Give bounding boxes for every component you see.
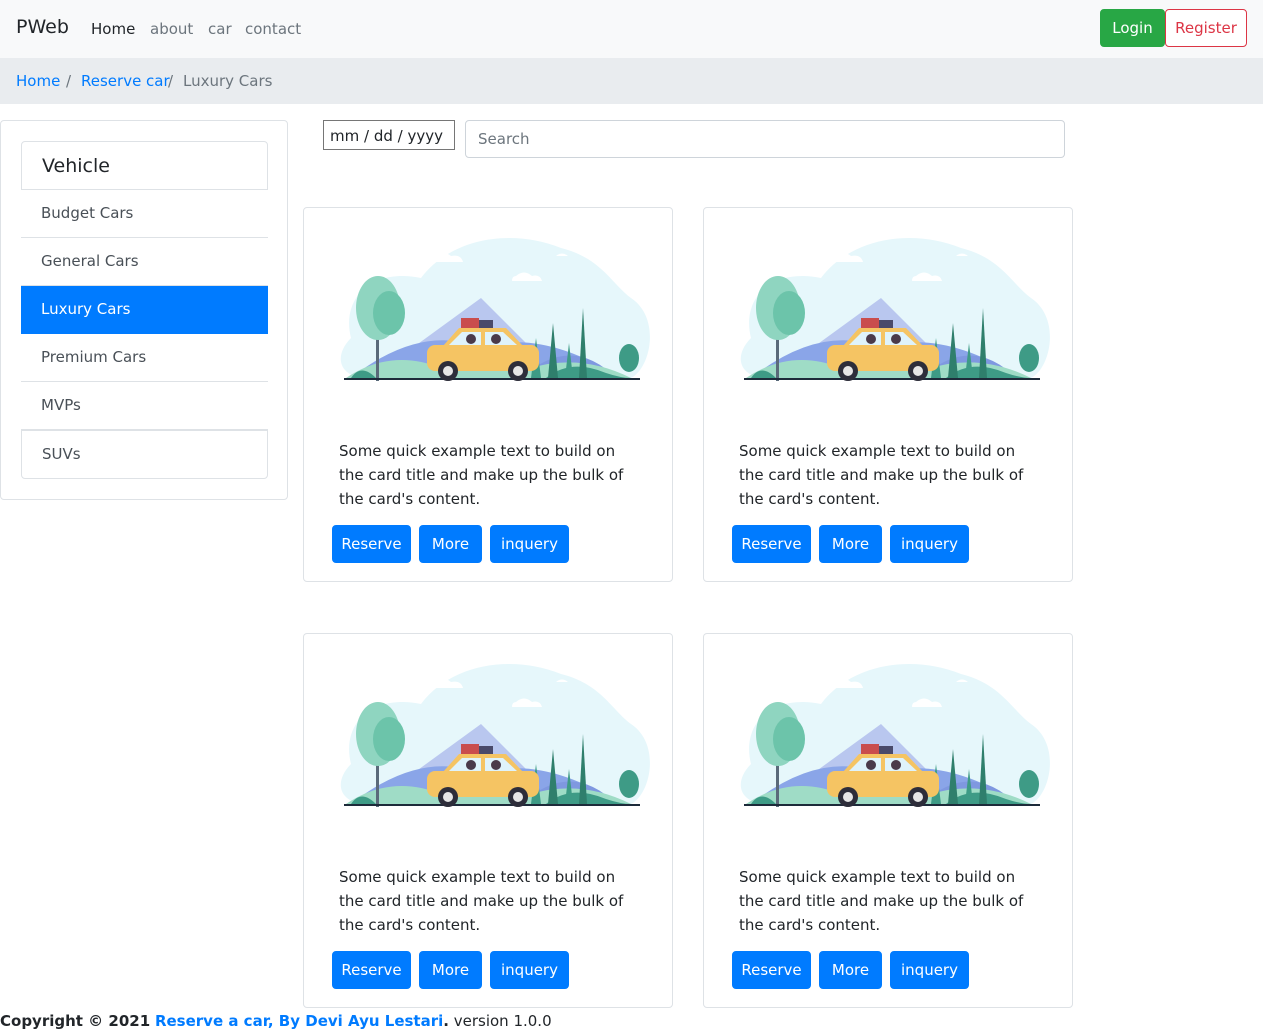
card-text: Some quick example text to build on the … — [339, 442, 624, 508]
car-illustration — [340, 664, 650, 807]
car-card: Some quick example text to build on the … — [303, 207, 673, 582]
nav-contact[interactable]: contact — [245, 20, 301, 38]
register-button[interactable]: Register — [1165, 9, 1247, 47]
breadcrumb-current: Luxury Cars — [183, 72, 273, 90]
sidebar-item-general-cars[interactable]: General Cars — [21, 238, 268, 286]
car-card: Some quick example text to build on the … — [703, 633, 1073, 1008]
copyright-text: Copyright © 2021 — [0, 1012, 151, 1030]
breadcrumb-reserve-car[interactable]: Reserve car — [81, 72, 170, 90]
more-button[interactable]: More — [419, 525, 482, 563]
more-button[interactable]: More — [819, 525, 882, 563]
footer-dot: . — [443, 1012, 449, 1030]
brand-logo[interactable]: PWeb — [16, 16, 69, 38]
vehicle-list-header: Vehicle — [21, 141, 268, 190]
nav-home[interactable]: Home — [91, 20, 135, 38]
sidebar-item-suvs[interactable]: SUVs — [21, 430, 268, 479]
breadcrumb: Home / Reserve car / Luxury Cars — [0, 58, 1263, 104]
footer-link[interactable]: Reserve a car, By Devi Ayu Lestari — [155, 1012, 443, 1030]
search-input[interactable] — [465, 120, 1065, 158]
card-text: Some quick example text to build on the … — [739, 442, 1024, 508]
reserve-button[interactable]: Reserve — [332, 525, 411, 563]
vehicle-list: Vehicle Budget Cars General Cars Luxury … — [21, 141, 268, 479]
version-text: version 1.0.0 — [453, 1012, 552, 1030]
reserve-button[interactable]: Reserve — [332, 951, 411, 989]
breadcrumb-home[interactable]: Home — [16, 72, 60, 90]
sidebar-item-mvps[interactable]: MVPs — [21, 382, 268, 430]
reserve-button[interactable]: Reserve — [732, 525, 811, 563]
car-card: Some quick example text to build on the … — [703, 207, 1073, 582]
inquery-button[interactable]: inquery — [490, 525, 569, 563]
footer: Copyright © 2021 Reserve a car, By Devi … — [0, 1012, 1263, 1030]
reserve-button[interactable]: Reserve — [732, 951, 811, 989]
nav-about[interactable]: about — [150, 20, 193, 38]
car-illustration — [740, 664, 1050, 807]
car-card: Some quick example text to build on the … — [303, 633, 673, 1008]
login-button[interactable]: Login — [1100, 9, 1165, 47]
date-field[interactable]: mm / dd / yyyy — [323, 120, 455, 150]
card-text: Some quick example text to build on the … — [739, 868, 1024, 934]
inquery-button[interactable]: inquery — [890, 525, 969, 563]
navbar: PWeb Home about car contact Login Regist… — [0, 0, 1263, 58]
card-text: Some quick example text to build on the … — [339, 868, 624, 934]
more-button[interactable]: More — [419, 951, 482, 989]
sidebar: Vehicle Budget Cars General Cars Luxury … — [0, 120, 288, 500]
inquery-button[interactable]: inquery — [890, 951, 969, 989]
inquery-button[interactable]: inquery — [490, 951, 569, 989]
more-button[interactable]: More — [819, 951, 882, 989]
sidebar-item-budget-cars[interactable]: Budget Cars — [21, 190, 268, 238]
breadcrumb-separator: / — [168, 72, 174, 90]
sidebar-item-luxury-cars[interactable]: Luxury Cars — [21, 286, 268, 334]
car-illustration — [740, 238, 1050, 381]
car-illustration — [340, 238, 650, 381]
breadcrumb-separator: / — [66, 72, 72, 90]
sidebar-item-premium-cars[interactable]: Premium Cars — [21, 334, 268, 382]
nav-car[interactable]: car — [208, 20, 232, 38]
